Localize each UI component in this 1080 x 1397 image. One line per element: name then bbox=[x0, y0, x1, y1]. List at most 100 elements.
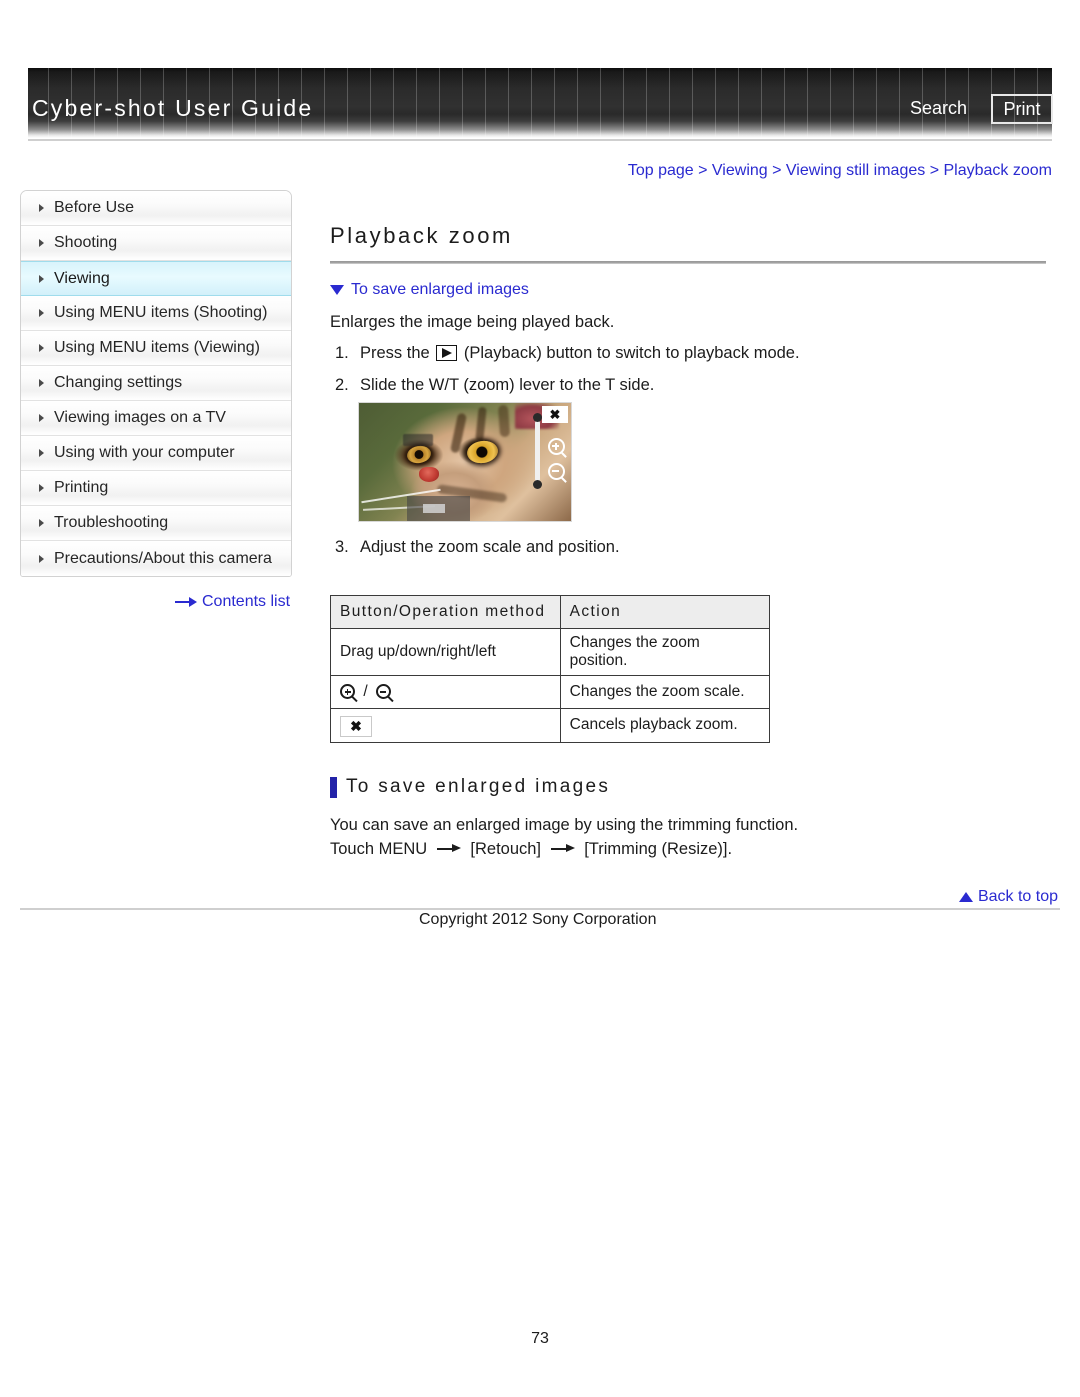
camera-screen-position-marker bbox=[423, 504, 445, 513]
table-cell-action: Changes the zoom position. bbox=[559, 628, 771, 676]
breadcrumb-item-top-page[interactable]: Top page bbox=[628, 162, 694, 179]
sidebar-item-printing[interactable]: Printing bbox=[21, 471, 291, 506]
table-cell-method: Drag up/down/right/left bbox=[330, 628, 561, 676]
bullet-triangle-icon bbox=[39, 414, 44, 422]
table-header-row: Button/Operation method Action bbox=[330, 595, 771, 629]
step-item-2: 2. Slide the W/T (zoom) lever to the T s… bbox=[330, 374, 1052, 397]
step-number: 2. bbox=[335, 376, 349, 395]
plus-vertical bbox=[346, 688, 349, 695]
copyright-text: Copyright 2012 Sony Corporation bbox=[419, 911, 657, 928]
column-header-button-operation-method: Button/Operation method bbox=[330, 595, 561, 629]
sidebar-item-using-menu-items-viewing[interactable]: Using MENU items (Viewing) bbox=[21, 331, 291, 366]
sidebar-item-precautions-about-this-camera[interactable]: Precautions/About this camera bbox=[21, 541, 291, 576]
retouch-label: [Retouch] bbox=[470, 840, 542, 859]
touch-menu-label: Touch MENU bbox=[330, 840, 428, 859]
breadcrumb-item-viewing-still-images[interactable]: Viewing still images bbox=[786, 162, 925, 179]
footer-divider bbox=[20, 908, 1060, 910]
cat-photo-detail bbox=[419, 467, 439, 482]
step-number: 1. bbox=[335, 344, 349, 363]
header-underline bbox=[28, 139, 1052, 141]
search-button[interactable]: Search bbox=[910, 98, 967, 119]
bullet-triangle-icon bbox=[39, 344, 44, 352]
sidebar-item-label: Using MENU items (Shooting) bbox=[54, 304, 268, 321]
bullet-triangle-icon bbox=[39, 274, 44, 283]
triangle-down-icon bbox=[330, 285, 344, 295]
arrow-right-icon bbox=[175, 597, 197, 607]
breadcrumb-item-viewing[interactable]: Viewing bbox=[712, 162, 768, 179]
step-item-1: 1. Press the (Playback) button to switch… bbox=[330, 342, 1052, 365]
cat-photo-detail bbox=[497, 404, 511, 438]
intro-text: Enlarges the image being played back. bbox=[330, 313, 615, 331]
back-to-top-label: Back to top bbox=[977, 888, 1058, 905]
bullet-triangle-icon bbox=[39, 309, 44, 317]
camera-screen-screenshot: ✖ bbox=[358, 402, 572, 522]
step-text: Adjust the zoom scale and position. bbox=[360, 538, 620, 556]
bullet-triangle-icon bbox=[39, 239, 44, 247]
section-body-line-2: Touch MENU [Retouch] [Trimming (Resize)]… bbox=[330, 838, 1052, 860]
bullet-triangle-icon bbox=[39, 519, 44, 527]
sidebar-item-before-use[interactable]: Before Use bbox=[21, 191, 291, 226]
title-divider bbox=[330, 261, 1046, 264]
sidebar-item-label: Using MENU items (Viewing) bbox=[54, 339, 260, 356]
minus-horizontal bbox=[380, 691, 387, 693]
breadcrumb-item-playback-zoom[interactable]: Playback zoom bbox=[944, 162, 1053, 179]
bullet-triangle-icon bbox=[39, 204, 44, 212]
sidebar-item-viewing-images-on-a-tv[interactable]: Viewing images on a TV bbox=[21, 401, 291, 436]
breadcrumb: Top page > Viewing > Viewing still image… bbox=[628, 162, 1052, 180]
sidebar-item-using-menu-items-shooting[interactable]: Using MENU items (Shooting) bbox=[21, 296, 291, 331]
step-number: 3. bbox=[335, 538, 349, 556]
step-text: Press the (Playback) button to switch to… bbox=[360, 342, 1052, 365]
minus-horizontal bbox=[552, 470, 559, 472]
table-cell-action: Cancels playback zoom. bbox=[559, 708, 771, 743]
anchor-link-to-save-enlarged-images[interactable]: To save enlarged images bbox=[330, 281, 1052, 299]
section-to-save-enlarged-images: To save enlarged images You can save an … bbox=[330, 776, 1052, 861]
bullet-triangle-icon bbox=[39, 484, 44, 492]
sidebar-item-label: Viewing bbox=[54, 269, 110, 287]
sidebar-item-changing-settings[interactable]: Changing settings bbox=[21, 366, 291, 401]
zoom-out-icon bbox=[375, 684, 391, 699]
arrow-right-icon bbox=[550, 844, 575, 853]
sidebar-item-label: Shooting bbox=[54, 234, 118, 251]
operation-method-table: Button/Operation method Action Drag up/d… bbox=[330, 595, 771, 743]
table-cell-method: / bbox=[330, 675, 561, 709]
table-cell-method: ✖ bbox=[330, 708, 561, 743]
anchor-link-label: To save enlarged images bbox=[351, 281, 529, 298]
zoom-slider[interactable] bbox=[533, 413, 542, 489]
sidebar-item-troubleshooting[interactable]: Troubleshooting bbox=[21, 506, 291, 541]
section-heading-label: To save enlarged images bbox=[346, 776, 611, 797]
zoom-out-icon[interactable] bbox=[548, 463, 565, 480]
section-heading: To save enlarged images bbox=[330, 776, 1052, 798]
close-icon: ✖ bbox=[340, 715, 372, 737]
sidebar-item-label: Using with your computer bbox=[54, 444, 235, 461]
print-button[interactable]: Print bbox=[991, 94, 1053, 124]
table-row: / Changes the zoom scale. bbox=[330, 675, 771, 709]
contents-list-link[interactable]: Contents list bbox=[175, 593, 290, 611]
sidebar-item-using-with-your-computer[interactable]: Using with your computer bbox=[21, 436, 291, 471]
breadcrumb-separator: > bbox=[698, 162, 708, 179]
sidebar-item-label: Before Use bbox=[54, 199, 135, 216]
brand-title: Cyber-shot User Guide bbox=[32, 95, 314, 121]
sidebar-item-label: Troubleshooting bbox=[54, 514, 169, 531]
zoom-in-icon bbox=[340, 684, 355, 699]
sidebar-nav: Before Use Shooting Viewing Using MENU i… bbox=[20, 190, 292, 577]
sidebar-item-label: Precautions/About this camera bbox=[54, 549, 272, 567]
back-to-top-link[interactable]: Back to top bbox=[958, 888, 1058, 906]
sidebar-item-label: Printing bbox=[54, 479, 109, 496]
step-text-before: Press the bbox=[360, 344, 430, 363]
section-marker-bar bbox=[330, 776, 337, 798]
section-body-line-1: You can save an enlarged image by using … bbox=[330, 816, 799, 834]
step-item-3: 3. Adjust the zoom scale and position. bbox=[330, 538, 620, 557]
zoom-in-icon[interactable] bbox=[548, 438, 565, 455]
trimming-resize-label: [Trimming (Resize)]. bbox=[584, 840, 733, 859]
bullet-triangle-icon bbox=[39, 554, 44, 563]
bullet-triangle-icon bbox=[39, 449, 44, 457]
sidebar-item-viewing[interactable]: Viewing bbox=[21, 261, 291, 296]
arrow-right-icon bbox=[436, 844, 461, 853]
contents-list-label: Contents list bbox=[202, 593, 291, 610]
plus-vertical bbox=[554, 442, 557, 450]
page-number: 73 bbox=[531, 1330, 549, 1347]
sidebar-item-label: Viewing images on a TV bbox=[54, 409, 226, 426]
close-icon[interactable]: ✖ bbox=[542, 406, 568, 423]
table-row: ✖ Cancels playback zoom. bbox=[330, 708, 771, 743]
sidebar-item-shooting[interactable]: Shooting bbox=[21, 226, 291, 261]
